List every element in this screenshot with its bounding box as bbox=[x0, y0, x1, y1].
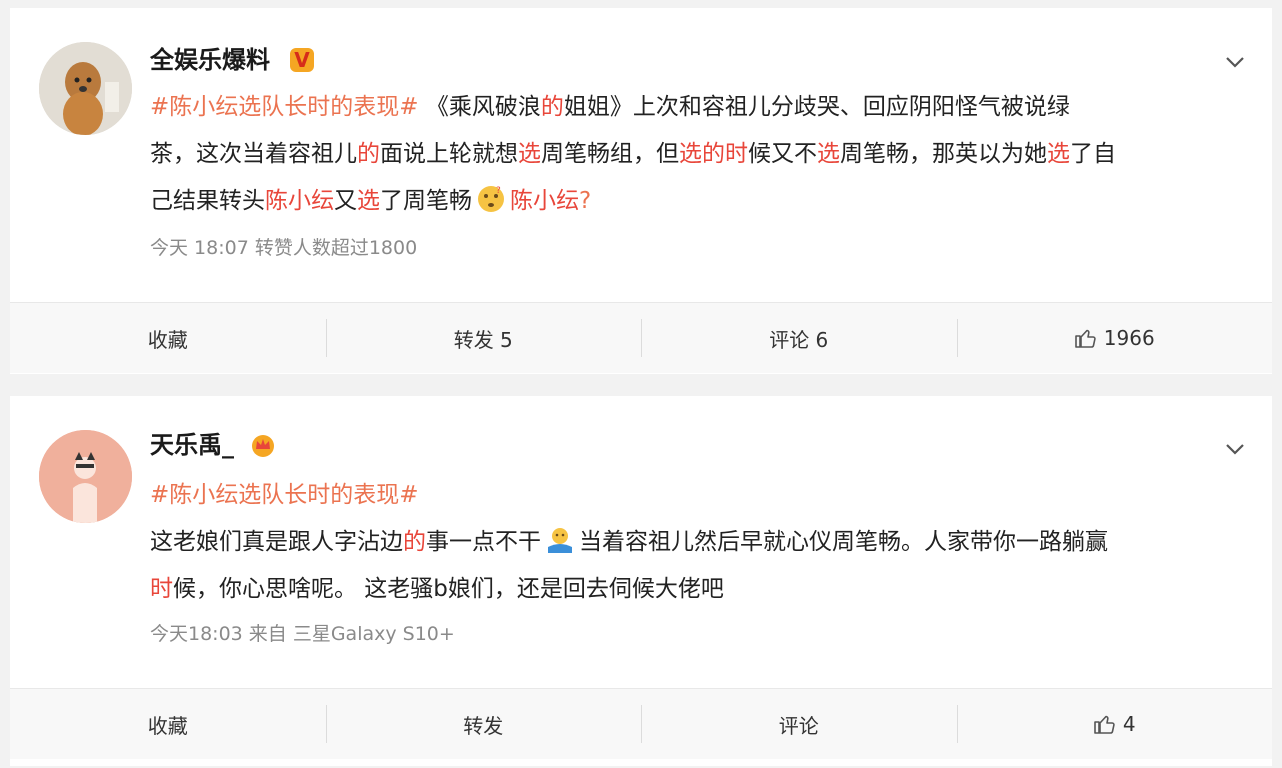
post-meta: 今天18:03 来自 三星Galaxy S10+ bbox=[150, 623, 455, 645]
shrug-emoji bbox=[548, 528, 572, 553]
thumbs-up-icon bbox=[1074, 329, 1096, 348]
highlight-text: 选 bbox=[1047, 141, 1070, 167]
thinking-face-emoji: ? bbox=[478, 186, 504, 212]
post-card: 天乐禹_ #陈小纭选队长时的表现# 这老娘们真是跟人字沾边的事一点不干 当着容祖儿… bbox=[10, 396, 1272, 766]
mention-link[interactable]: 陈小纭 bbox=[510, 188, 579, 214]
highlight-text: 的 bbox=[357, 141, 380, 167]
post-content: #陈小纭选队长时的表现# 这老娘们真是跟人字沾边的事一点不干 当着容祖儿然后早就心… bbox=[150, 472, 1250, 613]
highlight-text: 选 bbox=[357, 188, 380, 214]
username[interactable]: 全娱乐爆料 bbox=[150, 45, 270, 75]
content-line: 这老娘们真是跟人字沾边的事一点不干 当着容祖儿然后早就心仪周笔畅。人家带你一路躺赢 bbox=[150, 519, 1250, 566]
avatar[interactable] bbox=[39, 430, 132, 523]
highlight-text: 选的时 bbox=[679, 141, 748, 167]
text: 又 bbox=[334, 188, 357, 214]
repost-label: 转发 5 bbox=[453, 327, 513, 352]
repost-label: 转发 bbox=[463, 713, 504, 738]
comment-button[interactable]: 评论 6 bbox=[641, 303, 957, 373]
text: 周笔畅组，但 bbox=[541, 141, 679, 167]
text: 茶，这次当着容祖儿 bbox=[150, 141, 357, 167]
text: 当着容祖儿然后早就心仪周笔畅。人家带你一路躺赢 bbox=[579, 529, 1108, 555]
text: 候又不 bbox=[748, 141, 817, 167]
topic-link[interactable]: #陈小纭选队长时的表现# bbox=[150, 94, 419, 120]
highlight-text: 选 bbox=[518, 141, 541, 167]
favorite-label: 收藏 bbox=[147, 327, 188, 352]
crown-icon bbox=[252, 435, 274, 457]
svg-text:?: ? bbox=[496, 186, 501, 196]
highlight-text: 的 bbox=[540, 94, 564, 120]
comment-button[interactable]: 评论 bbox=[641, 689, 957, 759]
comment-label: 评论 bbox=[778, 713, 819, 738]
comment-label: 评论 6 bbox=[769, 327, 829, 352]
content-line: #陈小纭选队长时的表现# bbox=[150, 472, 1250, 519]
text: 周笔畅，那英以为她 bbox=[840, 141, 1047, 167]
repost-button[interactable]: 转发 bbox=[325, 689, 642, 759]
favorite-button[interactable]: 收藏 bbox=[10, 303, 326, 373]
chevron-down-icon[interactable] bbox=[1224, 51, 1246, 73]
text: 《乘风破浪 bbox=[418, 94, 541, 120]
text: ? bbox=[579, 188, 592, 214]
topic-link[interactable]: #陈小纭选队长时的表现# bbox=[150, 482, 419, 508]
like-count: 1966 bbox=[1103, 326, 1155, 350]
like-count: 4 bbox=[1122, 712, 1136, 736]
post-content: #陈小纭选队长时的表现# 《乘风破浪的姐姐》上次和容祖儿分歧哭、回应阴阳怪气被说… bbox=[150, 84, 1250, 225]
username[interactable]: 天乐禹_ bbox=[150, 430, 234, 460]
like-button[interactable]: 1966 bbox=[956, 303, 1273, 373]
highlight-text: 时 bbox=[150, 576, 173, 602]
verified-v-icon: V bbox=[290, 48, 314, 72]
like-button[interactable]: 4 bbox=[956, 689, 1273, 759]
highlight-text: 陈小纭 bbox=[265, 188, 334, 214]
text: 候，你心思啥呢。 这老骚b娘们，还是回去伺候大佬吧 bbox=[173, 576, 724, 602]
post-meta: 今天 18:07 转赞人数超过1800 bbox=[150, 237, 418, 259]
text: 面说上轮就想 bbox=[380, 141, 518, 167]
chevron-down-icon[interactable] bbox=[1224, 438, 1246, 460]
favorite-label: 收藏 bbox=[147, 713, 188, 738]
content-line: 茶，这次当着容祖儿的面说上轮就想选周笔畅组，但选的时候又不选周笔畅，那英以为她选… bbox=[150, 131, 1250, 178]
avatar-image bbox=[39, 430, 132, 523]
avatar[interactable] bbox=[39, 42, 132, 135]
action-bar: 收藏 转发 5 评论 6 1966 bbox=[10, 302, 1272, 373]
text: 了自 bbox=[1070, 141, 1116, 167]
text: 己结果转头 bbox=[150, 188, 265, 214]
avatar-image bbox=[39, 42, 132, 135]
post-card: 全娱乐爆料 V #陈小纭选队长时的表现# 《乘风破浪的姐姐》上次和容祖儿分歧哭、… bbox=[10, 8, 1272, 374]
highlight-text: 选 bbox=[817, 141, 840, 167]
favorite-button[interactable]: 收藏 bbox=[10, 689, 326, 759]
text: 事一点不干 bbox=[426, 529, 541, 555]
content-line: 己结果转头陈小纭又选了周笔畅? 陈小纭? bbox=[150, 178, 1250, 225]
text: 姐姐》上次和容祖儿分歧哭、回应阴阳怪气被说绿 bbox=[563, 94, 1070, 120]
repost-button[interactable]: 转发 5 bbox=[325, 303, 642, 373]
content-line: 时候，你心思啥呢。 这老骚b娘们，还是回去伺候大佬吧 bbox=[150, 566, 1250, 613]
action-bar: 收藏 转发 评论 4 bbox=[10, 688, 1272, 759]
thumbs-up-icon bbox=[1094, 715, 1115, 734]
text: 这老娘们真是跟人字沾边 bbox=[150, 529, 403, 555]
highlight-text: 的 bbox=[403, 529, 426, 555]
content-line: #陈小纭选队长时的表现# 《乘风破浪的姐姐》上次和容祖儿分歧哭、回应阴阳怪气被说… bbox=[150, 84, 1250, 131]
text: 了周笔畅 bbox=[380, 188, 472, 214]
